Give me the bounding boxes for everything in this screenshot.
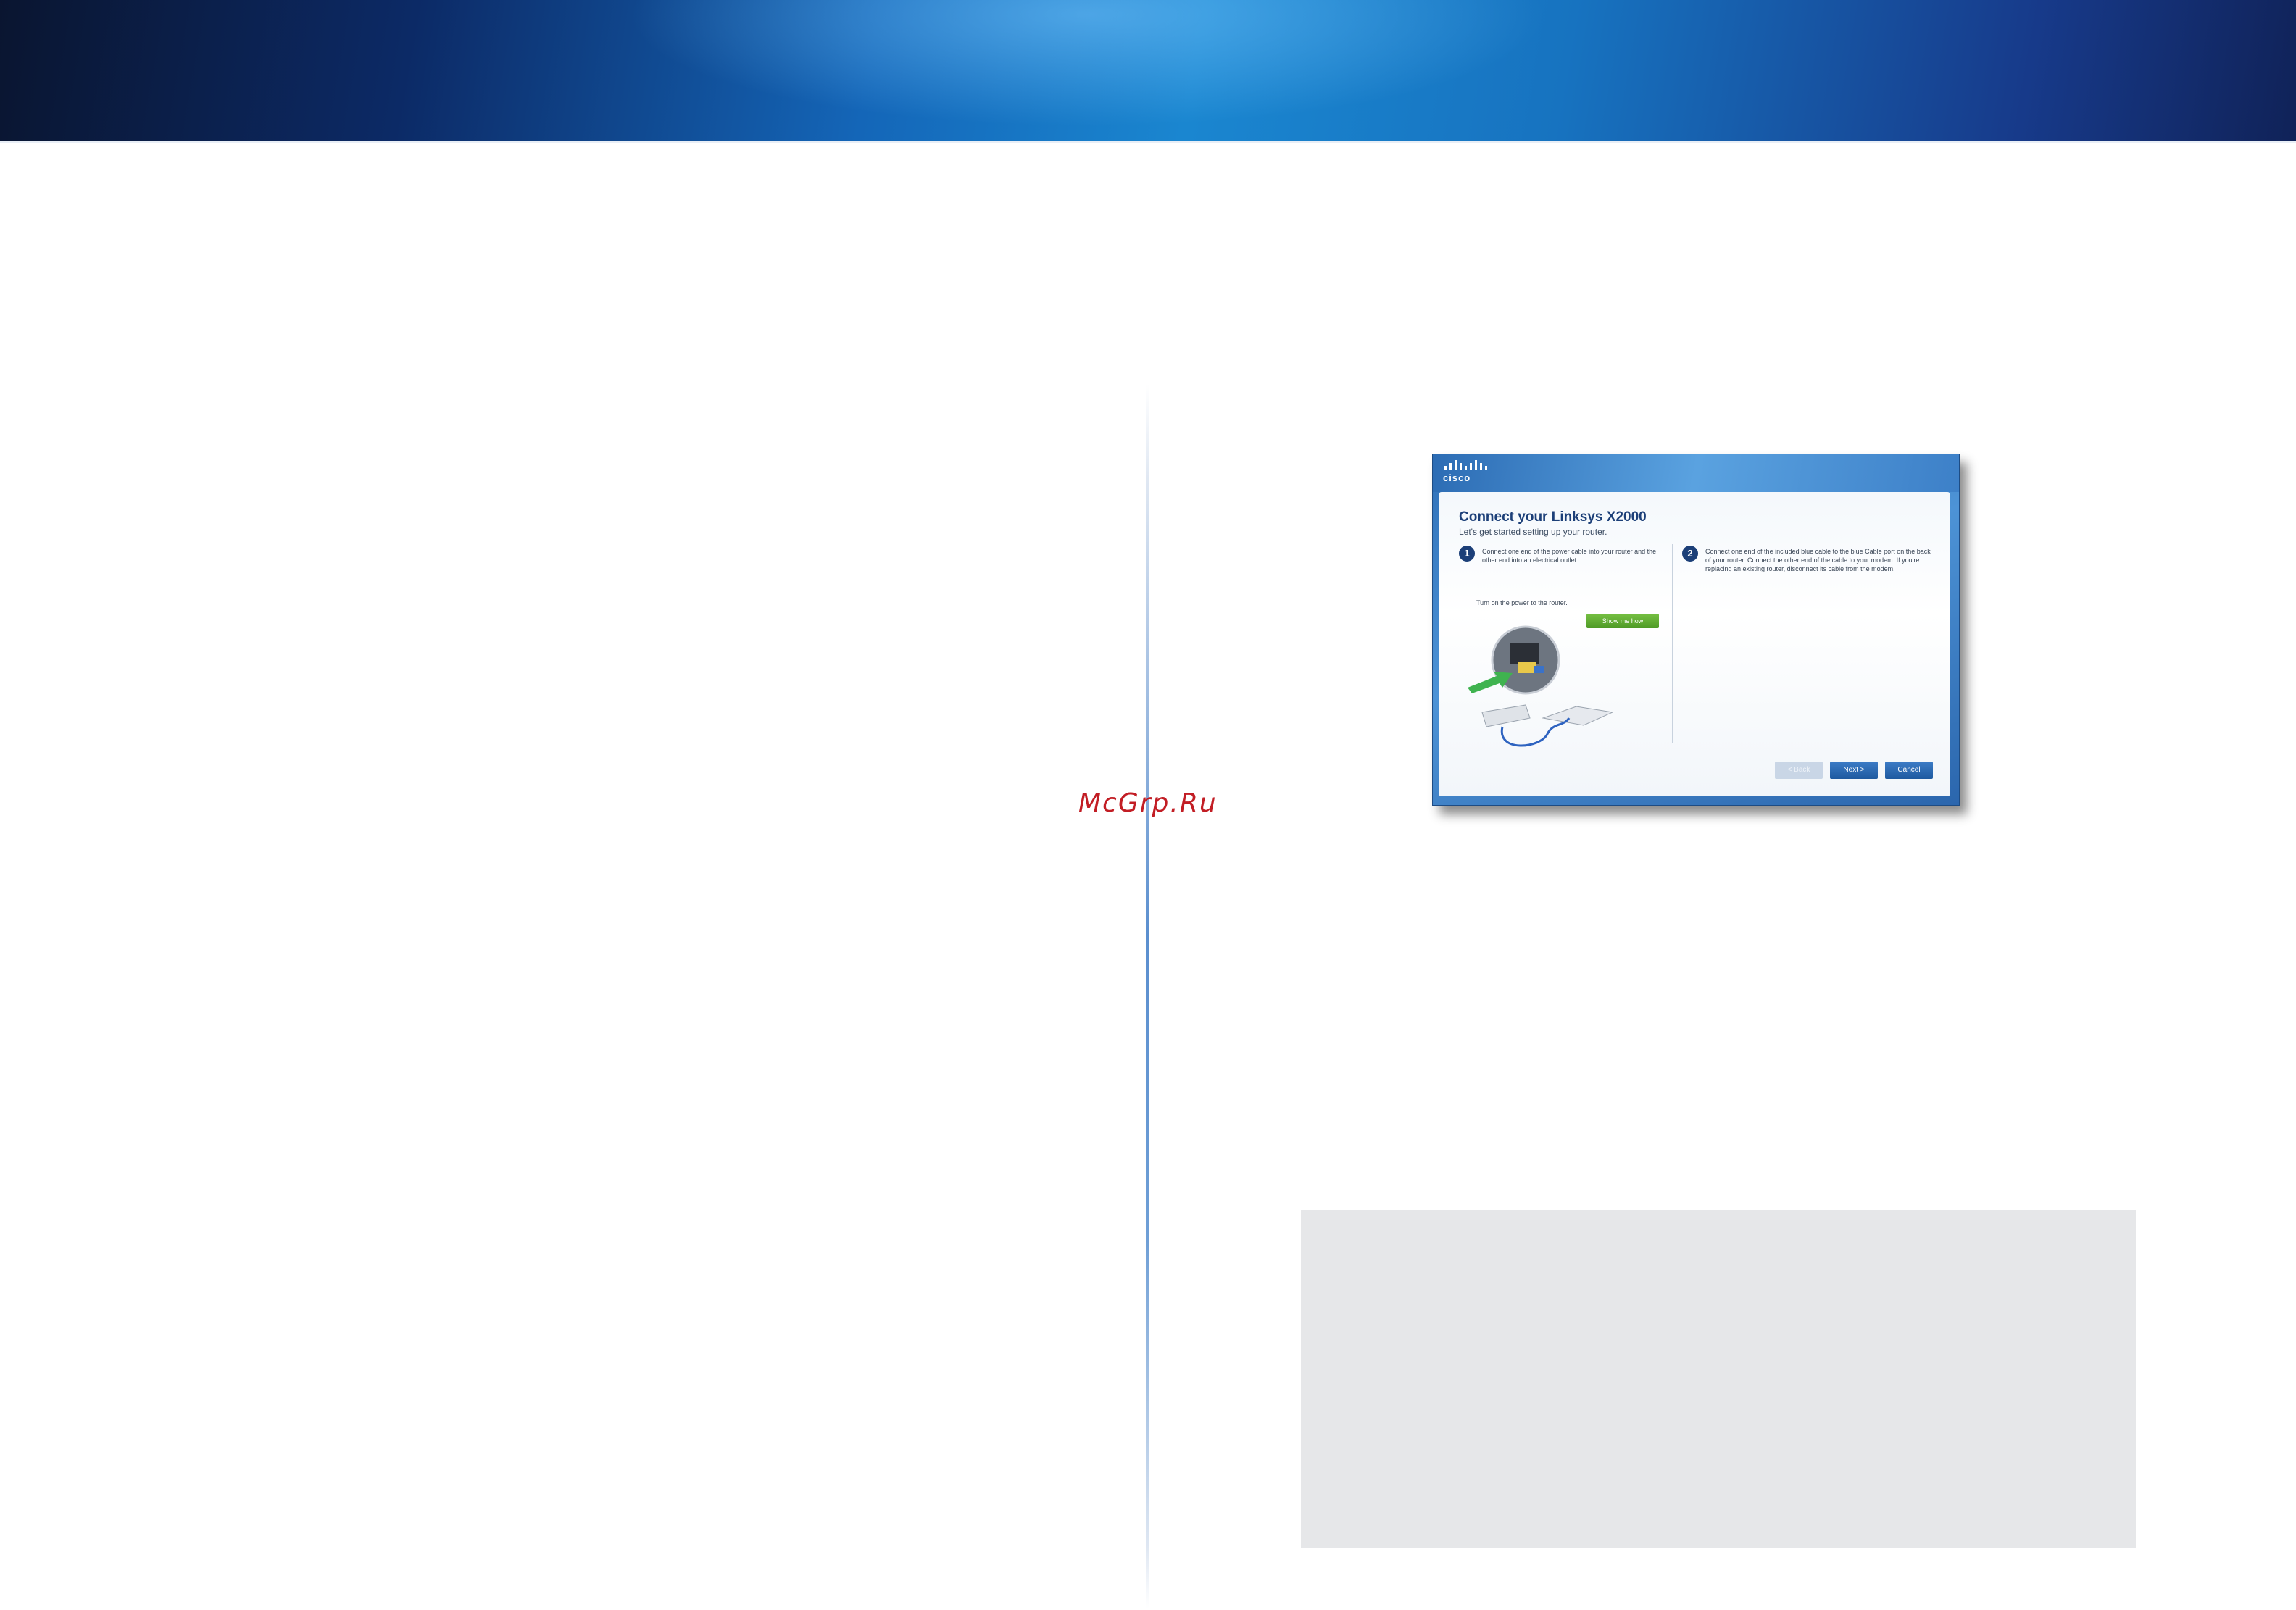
- step-1-number: 1: [1459, 546, 1475, 562]
- cisco-bars-icon: [1444, 460, 1489, 470]
- step-1-text: Connect one end of the power cable into …: [1482, 548, 1657, 564]
- step-2-number: 2: [1682, 546, 1698, 562]
- next-button[interactable]: Next >: [1830, 762, 1878, 779]
- column-separator: [1672, 544, 1673, 743]
- column-divider: [1146, 384, 1149, 1609]
- back-button[interactable]: < Back: [1775, 762, 1823, 779]
- step-1-note: Turn on the power to the router.: [1476, 599, 1568, 606]
- window-header: cisco: [1433, 454, 1959, 492]
- cisco-logo: cisco: [1443, 460, 1489, 488]
- cancel-button[interactable]: Cancel: [1885, 762, 1933, 779]
- setup-subtitle: Let's get started setting up your router…: [1459, 527, 1607, 537]
- note-box: [1301, 1210, 2136, 1548]
- watermark: McGrp.Ru: [1078, 788, 1218, 818]
- cisco-logo-text: cisco: [1443, 472, 1471, 483]
- setup-window-screenshot: cisco Connect your Linksys X2000 Let's g…: [1432, 454, 1960, 806]
- setup-title: Connect your Linksys X2000: [1459, 509, 1647, 525]
- step-2-text: Connect one end of the included blue cab…: [1705, 548, 1931, 572]
- router-connection-illustration: [1468, 625, 1614, 747]
- setup-panel: Connect your Linksys X2000 Let's get sta…: [1439, 492, 1950, 796]
- header-banner: [0, 0, 2296, 143]
